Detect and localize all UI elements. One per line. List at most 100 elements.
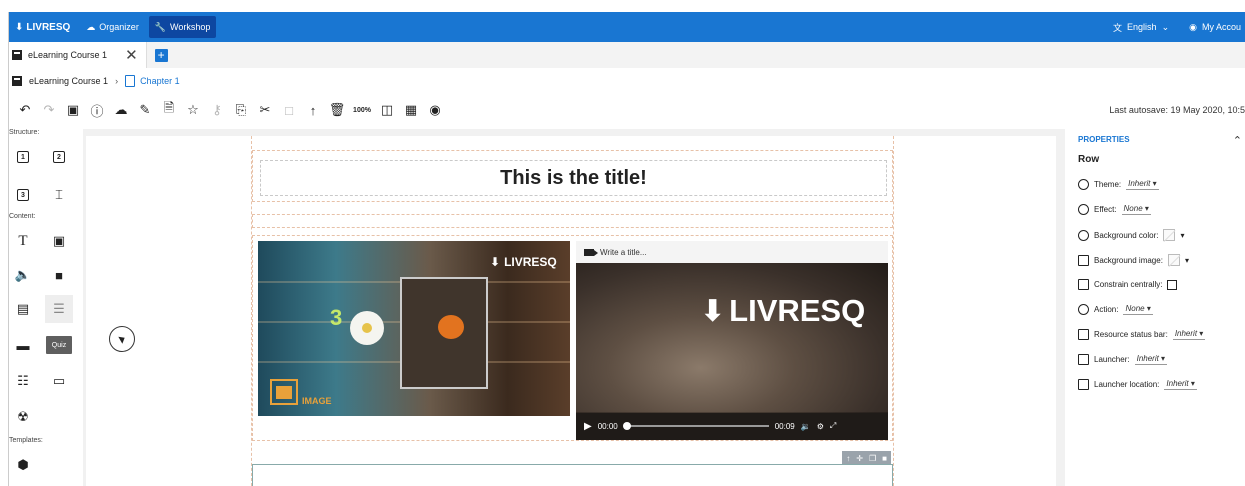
spacer-icon[interactable]: ⌶ <box>45 181 73 209</box>
zoom-level[interactable]: 100% <box>349 98 375 122</box>
paint-icon[interactable]: ☢ <box>9 403 37 431</box>
layout-icon[interactable]: ◫ <box>375 98 399 122</box>
language-selector[interactable]: 文 English ⌄ <box>1113 21 1169 34</box>
theme-select[interactable]: Inherit ▾ <box>1126 179 1159 190</box>
video-progress-knob[interactable] <box>622 422 631 430</box>
two-column-icon[interactable]: 2 <box>45 143 73 171</box>
three-column-icon[interactable]: 3 <box>9 181 37 209</box>
language-label: English <box>1127 22 1157 32</box>
trash-icon[interactable]: 🗑 <box>325 98 349 122</box>
button-icon[interactable]: ▬ <box>9 331 37 359</box>
media-row[interactable]: 3 ⬇ LIVRESQ IMAGE Write a title... ⬇ LIV… <box>252 235 893 447</box>
account-menu[interactable]: ◉ My Accou <box>1189 22 1241 33</box>
prop-theme: Theme: Inherit ▾ <box>1078 179 1159 190</box>
duplicate-icon[interactable]: ❐ <box>869 454 876 463</box>
palette-icon <box>1078 229 1089 241</box>
wrench-icon: 🔧 <box>154 21 167 32</box>
spacer-row[interactable] <box>252 214 893 228</box>
video-widget[interactable]: Write a title... ⬇ LIVRESQ ▶ 00:00 00:09… <box>576 241 888 440</box>
quiz-button[interactable]: Quiz <box>46 336 72 354</box>
launcher-select[interactable]: Inherit ▾ <box>1134 354 1168 365</box>
nav-organizer-label: Organizer <box>99 22 139 32</box>
background-image-swatch[interactable] <box>1167 254 1180 266</box>
image-widget[interactable]: 3 ⬇ LIVRESQ IMAGE <box>258 241 570 416</box>
properties-panel: PROPERTIES ⌃ Row Theme: Inherit ▾ Effect… <box>1067 129 1245 486</box>
prop-background-image: Background image: ▾ <box>1078 254 1189 266</box>
tab-elearning-course[interactable]: eLearning Course 1 ✕ <box>9 42 147 68</box>
chevron-down-icon[interactable]: ▾ <box>1185 256 1189 265</box>
constrain-checkbox[interactable] <box>1167 279 1178 290</box>
structure-label: Structure: <box>9 129 40 136</box>
arrow-up-icon[interactable]: ↑ <box>846 454 850 463</box>
chevron-down-icon[interactable]: ▾ <box>1180 231 1184 240</box>
chevron-down-icon: ⌄ <box>1161 21 1170 32</box>
arrow-up-icon[interactable]: ↑ <box>301 98 325 122</box>
upload-cloud-icon[interactable]: ☁ <box>109 98 133 122</box>
action-select[interactable]: None ▾ <box>1123 304 1153 315</box>
chevron-right-icon: › <box>115 76 119 86</box>
selected-row[interactable] <box>252 464 893 486</box>
volume-icon[interactable]: 🔉 <box>801 422 811 431</box>
breadcrumb-root[interactable]: eLearning Course 1 <box>29 76 108 86</box>
add-tab-button[interactable]: + <box>154 48 168 62</box>
document-icon[interactable]: 🗎 <box>157 98 181 122</box>
editor-canvas[interactable]: This is the title! 3 ⬇ LIVRESQ IMAGE Wri… <box>86 136 1056 486</box>
camera-icon <box>584 248 598 256</box>
copy-icon[interactable]: ⎘ <box>229 98 253 122</box>
video-icon[interactable]: ■ <box>45 261 73 289</box>
course-icon <box>12 50 22 60</box>
document-icon[interactable]: ☷ <box>9 367 37 395</box>
pumpkin-image <box>438 315 464 339</box>
prop-status-bar: Resource status bar: Inherit ▾ <box>1078 329 1206 340</box>
video-title-field[interactable]: Write a title... <box>576 241 888 263</box>
launcher-location-select[interactable]: Inherit ▾ <box>1164 379 1197 390</box>
text-icon[interactable]: T <box>9 227 37 255</box>
gallery-icon[interactable]: ▤ <box>9 295 37 323</box>
prop-bgcolor-label: Background color: <box>1094 230 1159 240</box>
one-column-icon[interactable]: 1 <box>9 143 37 171</box>
paste-icon[interactable]: □ <box>277 98 301 122</box>
image-number: 3 <box>330 305 343 330</box>
fullscreen-icon[interactable]: ⤢ <box>830 421 836 431</box>
trash-icon[interactable]: ■ <box>882 454 887 463</box>
background-color-swatch[interactable] <box>1163 229 1176 241</box>
prop-launcher: Launcher: Inherit ▾ <box>1078 354 1168 365</box>
preview-box-icon[interactable]: ▣ <box>61 98 85 122</box>
info-icon[interactable]: ⓘ <box>85 98 109 122</box>
statusbar-select[interactable]: Inherit ▾ <box>1172 329 1206 340</box>
prop-effect-label: Effect: <box>1094 205 1117 214</box>
image-icon[interactable]: ▣ <box>45 227 73 255</box>
redo-icon[interactable]: ↷ <box>37 98 61 122</box>
play-icon[interactable]: ▶ <box>584 421 592 432</box>
video-controls: ▶ 00:00 00:09 🔉 ⚙ ⤢ <box>576 412 888 440</box>
chevron-up-icon[interactable]: ⌃ <box>1233 134 1242 147</box>
video-progress-bar[interactable] <box>622 422 769 430</box>
card-icon[interactable]: ▭ <box>45 367 73 395</box>
page-title[interactable]: This is the title! <box>260 160 887 196</box>
undo-icon[interactable]: ↶ <box>13 98 37 122</box>
brand-logo[interactable]: ⬇ LIVRESQ <box>9 22 80 33</box>
cut-icon[interactable]: ✂ <box>253 98 277 122</box>
edit-pencil-icon[interactable]: ✎ <box>133 98 157 122</box>
star-icon[interactable]: ☆ <box>181 98 205 122</box>
prop-launcher-label: Launcher: <box>1094 355 1130 364</box>
key-icon[interactable]: ⚷ <box>205 98 229 122</box>
prop-theme-label: Theme: <box>1094 180 1122 189</box>
template-cube-icon[interactable]: ⬢ <box>9 451 37 479</box>
video-title-placeholder: Write a title... <box>600 247 647 257</box>
nav-workshop[interactable]: 🔧 Workshop <box>148 16 217 38</box>
effect-select[interactable]: None ▾ <box>1121 204 1151 215</box>
brand-name: LIVRESQ <box>26 21 71 33</box>
close-icon[interactable]: ✕ <box>125 48 138 63</box>
list-icon[interactable]: ☰ <box>45 295 73 323</box>
eye-icon[interactable]: ◉ <box>423 98 447 122</box>
breadcrumb-current[interactable]: Chapter 1 <box>125 75 180 87</box>
audio-icon[interactable]: 🔈 <box>9 261 37 289</box>
grid-icon[interactable]: ▦ <box>399 98 423 122</box>
move-icon[interactable]: ✛ <box>856 454 863 463</box>
course-icon <box>12 76 22 86</box>
nav-organizer[interactable]: ☁ Organizer <box>80 16 145 38</box>
mouse-cursor-indicator <box>109 326 135 352</box>
settings-gear-icon[interactable]: ⚙ <box>817 422 824 431</box>
video-time-total: 00:09 <box>774 421 795 431</box>
